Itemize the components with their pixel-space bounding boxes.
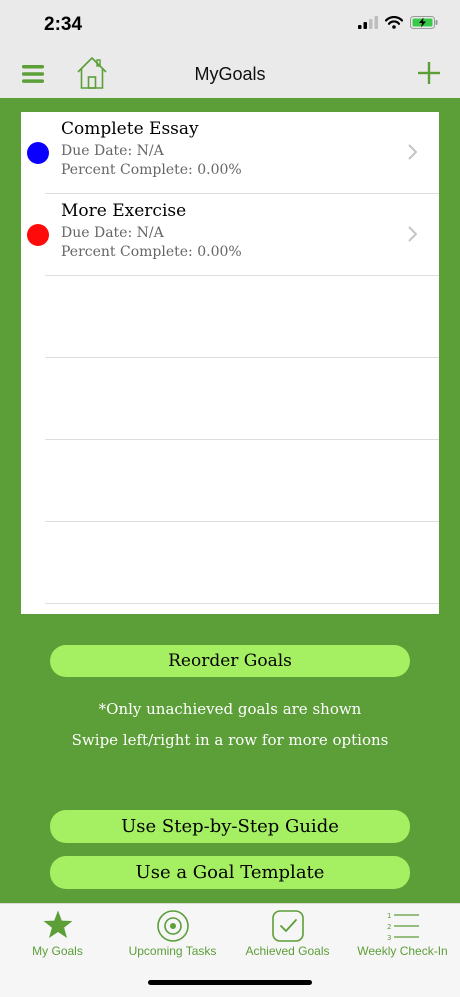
chevron-right-icon <box>408 144 417 160</box>
add-goal-button[interactable] <box>418 62 440 89</box>
goal-percent-complete: Percent Complete: 0.00% <box>61 162 242 178</box>
svg-text:3: 3 <box>387 934 391 942</box>
goal-row[interactable]: Complete Essay Due Date: N/A Percent Com… <box>21 112 439 194</box>
goal-template-button[interactable]: Use a Goal Template <box>50 856 410 889</box>
status-bar: 2:34 <box>0 0 460 50</box>
step-by-step-guide-button[interactable]: Use Step-by-Step Guide <box>50 810 410 843</box>
goal-color-indicator <box>27 142 49 164</box>
tab-label: My Goals <box>32 944 83 958</box>
goal-due-date: Due Date: N/A <box>61 143 164 159</box>
tab-label: Upcoming Tasks <box>128 944 217 958</box>
goal-percent-complete: Percent Complete: 0.00% <box>61 244 242 260</box>
goal-color-indicator <box>27 224 49 246</box>
tab-upcoming-tasks[interactable]: Upcoming Tasks <box>115 904 230 974</box>
svg-text:1: 1 <box>387 912 391 920</box>
unachieved-note: *Only unachieved goals are shown <box>98 700 362 718</box>
empty-row <box>21 358 439 440</box>
status-time: 2:34 <box>44 14 83 35</box>
goal-due-date: Due Date: N/A <box>61 225 164 241</box>
goal-row[interactable]: More Exercise Due Date: N/A Percent Comp… <box>21 194 439 276</box>
target-icon <box>156 910 189 942</box>
page-title: MyGoals <box>194 64 266 84</box>
checkbox-icon <box>271 910 304 942</box>
empty-row <box>21 276 439 358</box>
tab-achieved-goals[interactable]: Achieved Goals <box>230 904 345 974</box>
empty-row <box>21 440 439 522</box>
tab-weekly-check-in[interactable]: 1 2 3 Weekly Check-In <box>345 904 460 974</box>
navigation-bar: MyGoals <box>0 50 460 98</box>
row-separator <box>45 603 439 604</box>
goal-title: More Exercise <box>61 201 187 221</box>
plus-icon <box>418 62 440 84</box>
numbered-list-icon: 1 2 3 <box>387 912 419 942</box>
reorder-goals-button[interactable]: Reorder Goals <box>50 645 410 677</box>
signal-icon <box>358 16 378 29</box>
goals-list: Complete Essay Due Date: N/A Percent Com… <box>21 112 439 614</box>
status-icons <box>358 16 438 29</box>
chevron-right-icon <box>408 226 417 242</box>
star-icon <box>43 910 72 938</box>
battery-charging-icon <box>410 16 438 29</box>
tab-my-goals[interactable]: My Goals <box>0 904 115 974</box>
tab-label: Weekly Check-In <box>357 944 448 958</box>
svg-text:2: 2 <box>387 923 391 931</box>
home-indicator <box>148 980 312 985</box>
wifi-icon <box>385 16 403 29</box>
tab-label: Achieved Goals <box>245 944 330 958</box>
empty-row <box>21 522 439 604</box>
swipe-hint: Swipe left/right in a row for more optio… <box>71 731 389 749</box>
goal-title: Complete Essay <box>61 119 199 139</box>
